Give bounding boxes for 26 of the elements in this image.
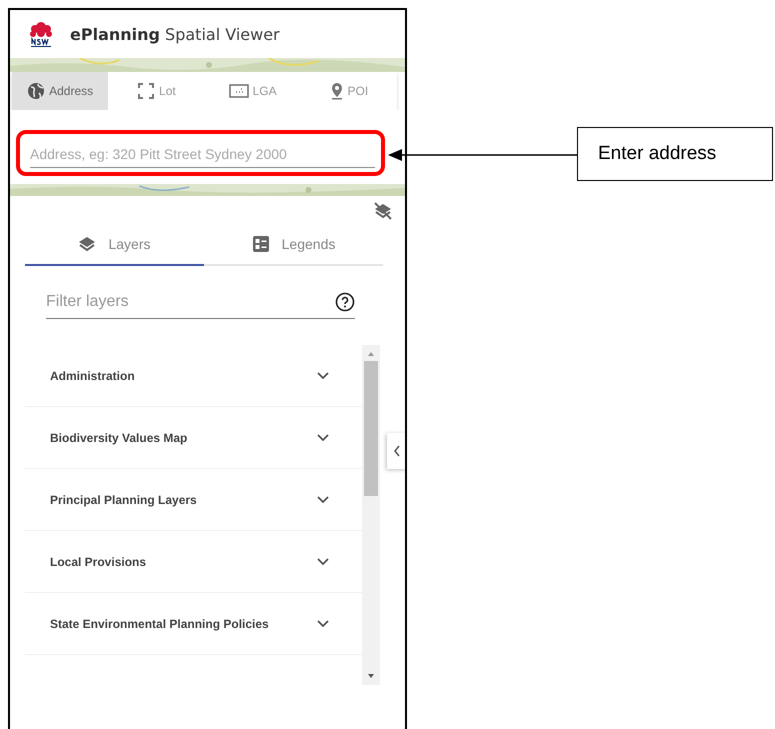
layer-group-name: Principal Planning Layers xyxy=(50,492,197,506)
collapse-button[interactable] xyxy=(387,433,405,469)
scroll-down-icon[interactable] xyxy=(367,673,375,679)
map-pin-icon xyxy=(330,82,344,100)
waratah-logo-icon xyxy=(28,20,54,48)
scrollbar[interactable] xyxy=(362,345,380,685)
search-tab[interactable]: Address xyxy=(12,72,108,110)
frame-corners-icon xyxy=(137,82,156,100)
app-title: ePlanning Spatial Viewer xyxy=(70,24,280,44)
search-tab[interactable]: Lot xyxy=(108,72,204,110)
hide-layers-icon[interactable] xyxy=(373,202,393,220)
dotted-rectangle-icon xyxy=(228,83,249,99)
panel-tab[interactable]: Legends xyxy=(204,224,383,266)
search-tab[interactable]: LGA xyxy=(204,72,301,110)
layers-icon xyxy=(78,236,96,252)
layer-group-name: Local Provisions xyxy=(50,554,146,568)
help-icon[interactable] xyxy=(335,292,355,312)
layer-group-name: State Environmental Planning Policies xyxy=(50,616,269,630)
layer-group-name: Biodiversity Values Map xyxy=(50,430,188,444)
chevron-left-icon xyxy=(393,445,401,457)
search-tab[interactable]: POI xyxy=(300,72,397,110)
layer-group-name: Administration xyxy=(50,368,135,382)
globe-icon xyxy=(27,82,46,100)
panel-tab[interactable]: Layers xyxy=(25,224,204,266)
legend-icon xyxy=(252,235,270,253)
callout-label: Enter address xyxy=(577,127,773,181)
